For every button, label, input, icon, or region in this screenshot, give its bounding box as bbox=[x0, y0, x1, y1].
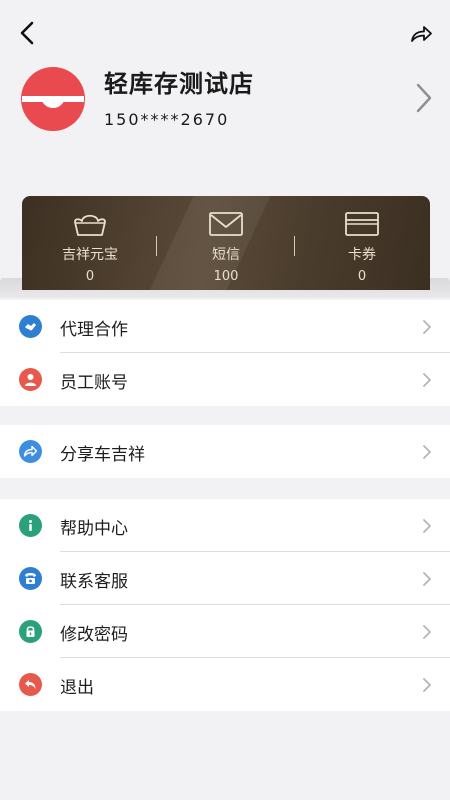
wallet-value: 100 bbox=[213, 269, 239, 284]
chevron-right-icon bbox=[423, 572, 431, 586]
menu-label: 修改密码 bbox=[60, 625, 128, 645]
menu-item-logout[interactable]: 退出 bbox=[0, 658, 450, 711]
top-bar bbox=[0, 0, 450, 64]
divider bbox=[156, 236, 157, 256]
envelope-icon bbox=[209, 212, 243, 236]
wallet-label: 吉祥元宝 bbox=[62, 247, 118, 263]
wallet-value: 0 bbox=[357, 269, 367, 284]
store-name: 轻库存测试店 bbox=[104, 70, 254, 98]
menu-group-agency: 代理合作 员工账号 bbox=[0, 300, 450, 406]
menu-item-staff-accounts[interactable]: 员工账号 bbox=[0, 353, 450, 406]
wallet-value: 0 bbox=[85, 269, 95, 284]
account-screen: 轻库存测试店 150****2670 吉祥元宝 0 短信 100 卡券 0 代理… bbox=[0, 0, 450, 800]
menu-group-share: 分享车吉祥 bbox=[0, 425, 450, 478]
menu-label: 联系客服 bbox=[60, 572, 128, 592]
chevron-right-icon bbox=[423, 519, 431, 533]
person-icon bbox=[19, 368, 42, 391]
menu-label: 代理合作 bbox=[60, 320, 128, 340]
menu-label: 帮助中心 bbox=[60, 519, 128, 539]
store-logo-icon bbox=[21, 67, 85, 131]
chevron-right-icon bbox=[416, 83, 432, 113]
menu-item-share[interactable]: 分享车吉祥 bbox=[0, 425, 450, 478]
menu-label: 员工账号 bbox=[60, 373, 128, 393]
wallet-card: 吉祥元宝 0 短信 100 卡券 0 bbox=[22, 196, 430, 290]
menu-item-change-password[interactable]: 修改密码 bbox=[0, 605, 450, 658]
back-button[interactable] bbox=[12, 18, 42, 48]
wallet-item-coupon[interactable]: 卡券 0 bbox=[294, 196, 430, 290]
share-arrow-icon bbox=[411, 26, 432, 42]
card-icon bbox=[345, 212, 379, 236]
chevron-right-icon bbox=[423, 445, 431, 459]
lock-icon bbox=[19, 620, 42, 643]
share-icon bbox=[19, 440, 42, 463]
phone-icon bbox=[19, 567, 42, 590]
wallet-item-sms[interactable]: 短信 100 bbox=[158, 196, 294, 290]
back-arrow-icon bbox=[20, 21, 34, 45]
handshake-icon bbox=[19, 315, 42, 338]
wallet-item-ingot[interactable]: 吉祥元宝 0 bbox=[22, 196, 158, 290]
menu-group-support: 帮助中心 联系客服 修改密码 退出 bbox=[0, 499, 450, 711]
menu-item-agency[interactable]: 代理合作 bbox=[0, 300, 450, 353]
wallet-card-area: 吉祥元宝 0 短信 100 卡券 0 bbox=[0, 196, 450, 300]
chevron-right-icon bbox=[423, 320, 431, 334]
share-button[interactable] bbox=[406, 20, 436, 48]
chevron-right-icon bbox=[423, 625, 431, 639]
ingot-icon bbox=[74, 214, 106, 236]
info-icon bbox=[19, 514, 42, 537]
store-profile[interactable]: 轻库存测试店 150****2670 bbox=[0, 62, 450, 138]
store-phone: 150****2670 bbox=[104, 110, 230, 129]
wallet-label: 短信 bbox=[212, 247, 240, 263]
logout-icon bbox=[19, 673, 42, 696]
menu-item-help-center[interactable]: 帮助中心 bbox=[0, 499, 450, 552]
chevron-right-icon bbox=[423, 678, 431, 692]
chevron-right-icon bbox=[423, 373, 431, 387]
menu-label: 退出 bbox=[60, 678, 94, 698]
menu-label: 分享车吉祥 bbox=[60, 445, 145, 465]
wallet-label: 卡券 bbox=[348, 247, 376, 263]
menu-item-contact-support[interactable]: 联系客服 bbox=[0, 552, 450, 605]
